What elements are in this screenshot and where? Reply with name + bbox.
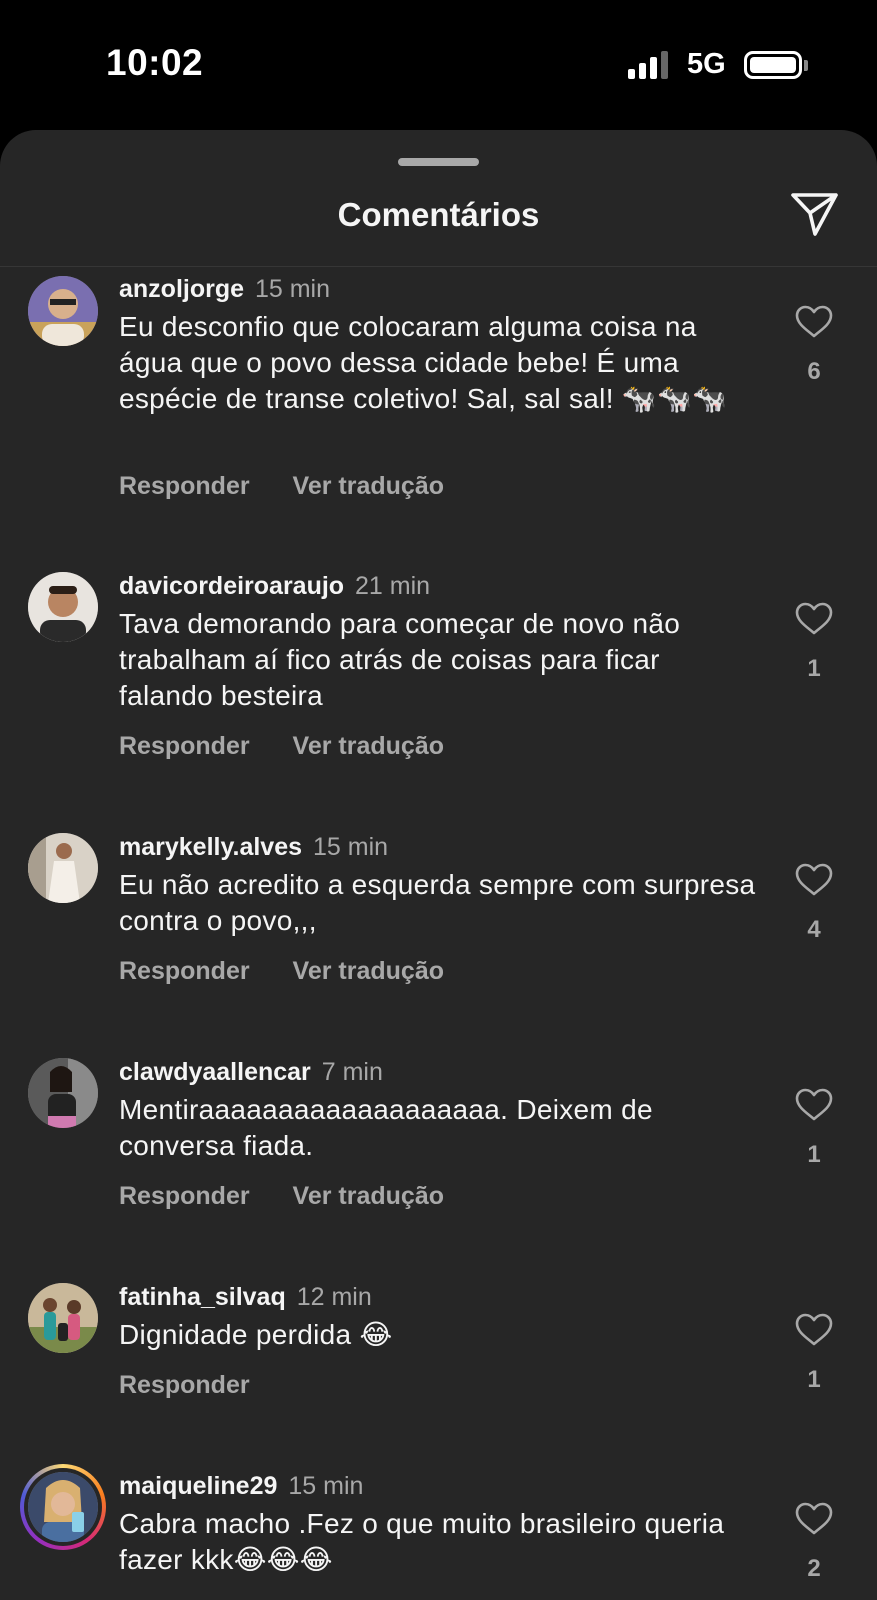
avatar[interactable] xyxy=(28,1472,98,1542)
story-ring[interactable] xyxy=(20,1464,106,1550)
comment-text: Eu não acredito a esquerda sempre com su… xyxy=(119,869,756,936)
comment-time: 21 min xyxy=(355,572,431,600)
status-bar: 10:02 5G xyxy=(0,0,877,130)
comment-text: Eu desconfio que colocaram alguma coisa … xyxy=(119,311,728,414)
comment-text: Dignidade perdida 😂 xyxy=(119,1319,393,1350)
heart-icon[interactable] xyxy=(795,1502,833,1536)
reply-button[interactable]: Responder xyxy=(119,472,250,500)
see-translation-button[interactable]: Ver tradução xyxy=(293,732,444,760)
avatar[interactable] xyxy=(28,1283,98,1353)
comment-meta: fatinha_silvaq 12 min xyxy=(119,1283,372,1312)
comment-time: 15 min xyxy=(312,833,389,861)
cellular-signal-icon xyxy=(628,51,672,79)
status-time: 10:02 xyxy=(106,42,204,83)
comment-text: Tava demorando para começar de novo não … xyxy=(119,608,681,711)
comment-actions: Responder Ver tradução xyxy=(119,732,480,761)
heart-icon[interactable] xyxy=(795,1313,833,1347)
heart-icon[interactable] xyxy=(795,1088,833,1122)
comment-meta: clawdyaallencar 7 min xyxy=(119,1058,383,1087)
comment-text: Mentiraaaaaaaaaaaaaaaaaaa. Deixem de con… xyxy=(119,1094,653,1161)
battery-full-icon xyxy=(744,51,802,79)
reply-button[interactable]: Responder xyxy=(119,732,250,760)
heart-icon[interactable] xyxy=(795,305,833,339)
comment-time: 12 min xyxy=(296,1283,372,1311)
comment-meta: marykelly.alves 15 min xyxy=(119,833,388,862)
network-type: 5G xyxy=(687,48,726,80)
reply-button[interactable]: Responder xyxy=(119,1371,250,1399)
comment-actions: Responder Ver tradução xyxy=(119,957,480,986)
comment-meta: maiqueline29 15 min xyxy=(119,1472,363,1501)
reply-button[interactable]: Responder xyxy=(119,957,250,985)
comment-username[interactable]: marykelly.alves xyxy=(119,833,302,861)
comment-time: 15 min xyxy=(288,1472,364,1500)
see-translation-button[interactable]: Ver tradução xyxy=(293,1182,444,1210)
like-count: 1 xyxy=(807,1141,821,1168)
header-divider xyxy=(0,266,877,267)
like-count: 6 xyxy=(807,358,821,385)
reply-button[interactable]: Responder xyxy=(119,1182,250,1210)
avatar[interactable] xyxy=(28,1058,98,1128)
see-translation-button[interactable]: Ver tradução xyxy=(293,472,444,500)
like-count: 1 xyxy=(807,1366,821,1393)
comment-username[interactable]: davicordeiroaraujo xyxy=(119,572,344,600)
comments-sheet: Comentários anzoljorge 15 min Eu desconf… xyxy=(0,130,877,1600)
like-count: 4 xyxy=(807,916,821,943)
comment-meta: davicordeiroaraujo 21 min xyxy=(119,572,430,601)
comment-username[interactable]: maiqueline29 xyxy=(119,1472,277,1500)
comment-time: 7 min xyxy=(321,1058,383,1086)
comment-username[interactable]: anzoljorge xyxy=(119,275,244,303)
comment-time: 15 min xyxy=(254,275,331,303)
see-translation-button[interactable]: Ver tradução xyxy=(293,957,444,985)
like-count: 1 xyxy=(807,655,821,682)
sheet-title: Comentários xyxy=(337,196,540,233)
comment-text: Cabra macho .Fez o que muito brasileiro … xyxy=(119,1508,725,1575)
battery-tip xyxy=(804,60,808,71)
comment-username[interactable]: clawdyaallencar xyxy=(119,1058,311,1086)
comment-actions: Responder xyxy=(119,1371,286,1400)
drag-handle[interactable] xyxy=(398,158,479,166)
avatar[interactable] xyxy=(28,833,98,903)
like-count: 2 xyxy=(807,1555,821,1582)
heart-icon[interactable] xyxy=(795,863,833,897)
comment-actions: Responder Ver tradução xyxy=(119,472,480,501)
comment-actions: Responder Ver tradução xyxy=(119,1182,480,1211)
paper-plane-icon[interactable] xyxy=(789,188,841,240)
heart-icon[interactable] xyxy=(795,602,833,636)
comment-meta: anzoljorge 15 min xyxy=(119,275,330,304)
avatar[interactable] xyxy=(28,276,98,346)
comment-username[interactable]: fatinha_silvaq xyxy=(119,1283,286,1311)
avatar[interactable] xyxy=(28,572,98,642)
